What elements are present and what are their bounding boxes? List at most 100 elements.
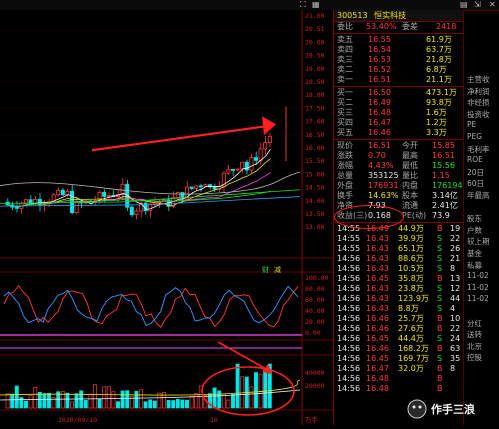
tick-row: 14:56 16.43 123.9万 S 44 [334, 294, 464, 304]
fullscreen-icon[interactable]: ⛶ [300, 0, 306, 10]
stat-row: 换手 14.63% 股本 3.14亿 [334, 191, 464, 201]
price-tick: 16.50 [305, 131, 325, 139]
stat-value: 2.41亿 [432, 201, 458, 210]
side-item: 11-02 [467, 271, 489, 281]
candle-body [70, 190, 75, 214]
stock-header[interactable]: 300513 恒实科技 [334, 10, 464, 22]
indicator-tick: 0.00 [305, 329, 321, 337]
stat-row: 涨幅 4.43% 最低 15.56 [334, 161, 464, 171]
price-tick: 14.50 [305, 184, 325, 192]
order-volume: 21.1万 [426, 75, 452, 84]
candle-body [56, 189, 61, 196]
tick-time: 14:56 [337, 294, 361, 303]
candle-body [65, 190, 70, 196]
indicator-tick: 80.00 [305, 285, 325, 293]
volume-bar [231, 394, 235, 409]
volume-bar [74, 393, 79, 409]
tick-side: B [437, 374, 443, 383]
tick-side: S [437, 264, 443, 273]
weicha-label: 委差 [402, 22, 418, 31]
stat-label: 涨跌 [337, 151, 353, 160]
volume-bar [106, 386, 111, 409]
weicha-value: 2418 [436, 22, 457, 31]
watermark-text: 作手三浪 [431, 403, 475, 416]
kline-chart[interactable]: 21.00 20.51 20.00 19.50 19.00 18.50 18.00 17.50… [0, 10, 333, 425]
price-tick: 20.00 [305, 38, 325, 46]
order-price: 16.55 [368, 35, 391, 44]
order-label: 买三 [337, 108, 353, 117]
side-item: 非经损 [467, 98, 490, 108]
tick-row: 14:56 16.43 10.5万 S 8 [334, 264, 464, 274]
close-icon[interactable]: ✕ [489, 0, 496, 10]
tick-price: 16.47 [366, 364, 389, 373]
volume-bar [143, 401, 148, 409]
tick-row: 14:56 16.43 88.6万 S 21 [334, 254, 464, 264]
arrow-icon[interactable]: ⇲ [474, 0, 481, 10]
order-volume: 21.8万 [426, 55, 452, 64]
stat-label: 量比 [402, 171, 418, 180]
tick-time: 14:56 [337, 274, 361, 283]
tick-time: 14:56 [337, 304, 361, 313]
tick-row: 14:56 16.46 168.2万 B 63 [334, 344, 464, 354]
stat-value: 16.51 [368, 141, 391, 150]
chart-icon[interactable]: ▤ [460, 0, 468, 10]
tick-price: 16.45 [366, 354, 389, 363]
candle-body [134, 210, 139, 216]
tick-side: B [437, 364, 443, 373]
side-item: 年最高 [467, 191, 490, 200]
tick-price: 16.46 [366, 324, 389, 333]
volume-bar [226, 399, 231, 409]
order-price: 16.49 [368, 98, 391, 107]
volume-bar [19, 397, 24, 409]
grid-icon[interactable]: ▦ [312, 0, 320, 10]
volume-bar [194, 393, 199, 409]
tick-volume: 88.6万 [398, 254, 424, 263]
tick-volume: 10.5万 [398, 264, 424, 273]
side-item: 主营收 [467, 75, 490, 84]
side-item: 北京 [467, 341, 482, 351]
order-price: 16.53 [368, 55, 391, 64]
tick-count: 10 [450, 314, 461, 323]
side-info-strip: 主营收 净利润 非经损 投资收 PE PEG 毛利率 ROE 20日 60日 年最高 股东 户数 较上期基… [463, 10, 499, 425]
order-label: 买二 [337, 98, 353, 107]
tick-side: S [437, 334, 443, 343]
tick-volume: 44.9万 [398, 224, 424, 233]
tick-count: 19 [450, 224, 461, 233]
stat-value: 14.63% [368, 191, 399, 200]
order-label: 卖二 [337, 65, 353, 74]
side-item: PE [467, 120, 477, 130]
tick-price: 16.46 [366, 344, 389, 353]
tick-side: S [437, 294, 443, 303]
kline-chart-panel[interactable]: 21.00 20.51 20.00 19.50 19.00 18.50 18.00 17.50… [0, 10, 333, 425]
order-volume: 93.8万 [426, 98, 452, 107]
order-label: 卖四 [337, 45, 353, 54]
stat-value: 1.15 [432, 171, 450, 180]
candle-body [129, 206, 134, 216]
tick-volume: 123.9万 [398, 294, 429, 303]
candle-body [203, 184, 208, 187]
month-label: 10 [210, 416, 218, 424]
buy-row: 买一 16.50 473.1万 [334, 88, 464, 98]
side-item: 控股 [467, 353, 482, 363]
tick-time: 14:55 [337, 234, 361, 243]
side-item: 20日 [467, 167, 485, 177]
volume-tick: 20000 [305, 382, 325, 390]
stat-value: 3.14亿 [432, 191, 458, 200]
volume-bar [175, 399, 180, 409]
order-price: 16.46 [368, 128, 391, 137]
tick-volume: 8.8万 [398, 304, 419, 313]
weibi-row: 委比 53.40% 委差 2418 [334, 22, 464, 32]
tick-side: S [437, 254, 443, 263]
tick-side: S [437, 244, 443, 253]
tick-row: 14:56 16.45 169.7万 S 35 [334, 354, 464, 364]
tick-side: B [437, 274, 443, 283]
tick-time: 14:56 [337, 344, 361, 353]
stock-name: 恒实科技 [374, 11, 407, 20]
volume-bar [189, 396, 194, 409]
tick-count: 22 [450, 324, 461, 333]
buy-row: 买四 16.47 1.2万 [334, 118, 464, 128]
candle-body [267, 135, 272, 143]
tick-row: 14:56 16.46 27.6万 B 22 [334, 324, 464, 334]
volume-bar [171, 400, 176, 409]
tick-price: 16.48 [366, 384, 389, 393]
